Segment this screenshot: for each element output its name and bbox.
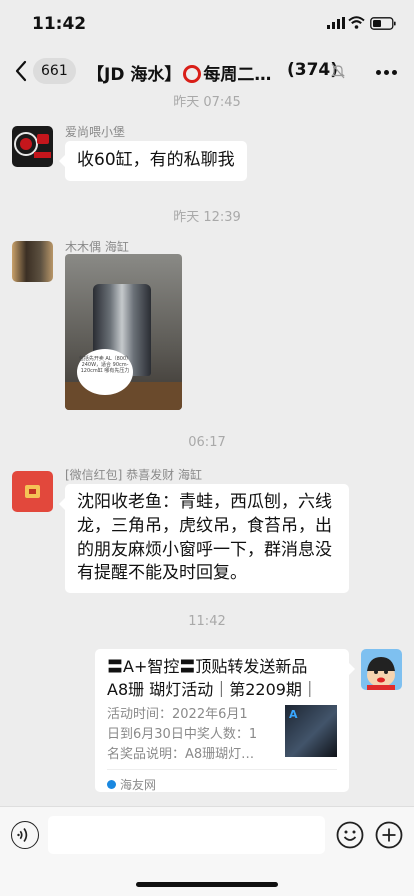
article-title: 〓A+智控〓顶贴转发送新品 A8珊 瑚灯活动｜第2209期｜ [107,657,318,699]
timestamp: 06:17 [188,435,226,450]
shared-article-card[interactable]: 〓A+智控〓顶贴转发送新品 A8珊 瑚灯活动｜第2209期｜ 活动时间：2022… [95,649,355,793]
sender-name: 爱尚喂小堡 [65,125,126,139]
red-circle-icon [183,65,202,83]
article-description: 活动时间：2022年6月1 日到6月30日中奖人数：1 名奖品说明：A8珊瑚灯… [107,707,258,762]
plus-icon[interactable] [375,821,403,849]
source-logo-icon [107,780,116,789]
message-bubble[interactable]: 沈阳收老鱼：青蛙，西瓜刨，六线龙，三角吊，虎纹吊，食苔吊，出的朋友麻烦小窗呼一下… [59,484,349,594]
my-avatar[interactable] [361,649,402,690]
sender-name: [微信红包] 恭喜发财 海缸 [65,468,202,482]
group-title[interactable]: 【JD 海水】 每周二… [87,60,271,85]
battery-icon [370,17,396,30]
photo-caption: 包括先开卖 AL（800）240W，适合 90cm-120cm缸 哪有先压力 [77,349,133,395]
avatar[interactable] [12,471,53,512]
emoji-icon[interactable] [336,821,364,849]
message-input[interactable] [48,816,325,854]
wifi-icon [348,16,365,29]
timestamp: 11:42 [188,614,226,629]
avatar[interactable] [12,241,53,282]
article-thumbnail: A [285,705,337,757]
group-title-left: 【JD 海水】 [87,65,182,85]
thumbnail-logo: A [289,708,298,721]
unread-count-badge[interactable]: 661 [33,58,76,84]
timestamp: 昨天 07:45 [173,95,241,110]
avatar-logo-icon [14,132,51,158]
voice-icon[interactable] [11,821,39,849]
sender-name: 木木偶 海缸 [65,240,129,254]
red-packet-icon [25,485,40,498]
signal-icon [327,17,345,29]
avatar-cartoon-icon [367,657,395,690]
message-bubble[interactable]: 收60缸，有的私聊我 [59,141,247,181]
back-icon[interactable] [14,60,28,82]
article-source: 海友网 [107,776,156,793]
status-time: 11:42 [32,14,87,34]
more-icon[interactable] [376,70,400,75]
group-title-right: 每周二… [203,65,272,85]
avatar[interactable] [12,126,53,167]
home-indicator[interactable] [136,882,278,887]
status-bar: 11:42 [0,0,414,48]
message-photo[interactable]: 包括先开卖 AL（800）240W，适合 90cm-120cm缸 哪有先压力 [65,254,182,410]
source-name: 海友网 [120,778,157,792]
mute-bell-icon [331,63,345,79]
timestamp: 昨天 12:39 [173,210,241,225]
chat-header: 661 【JD 海水】 每周二… (374) [0,48,414,94]
